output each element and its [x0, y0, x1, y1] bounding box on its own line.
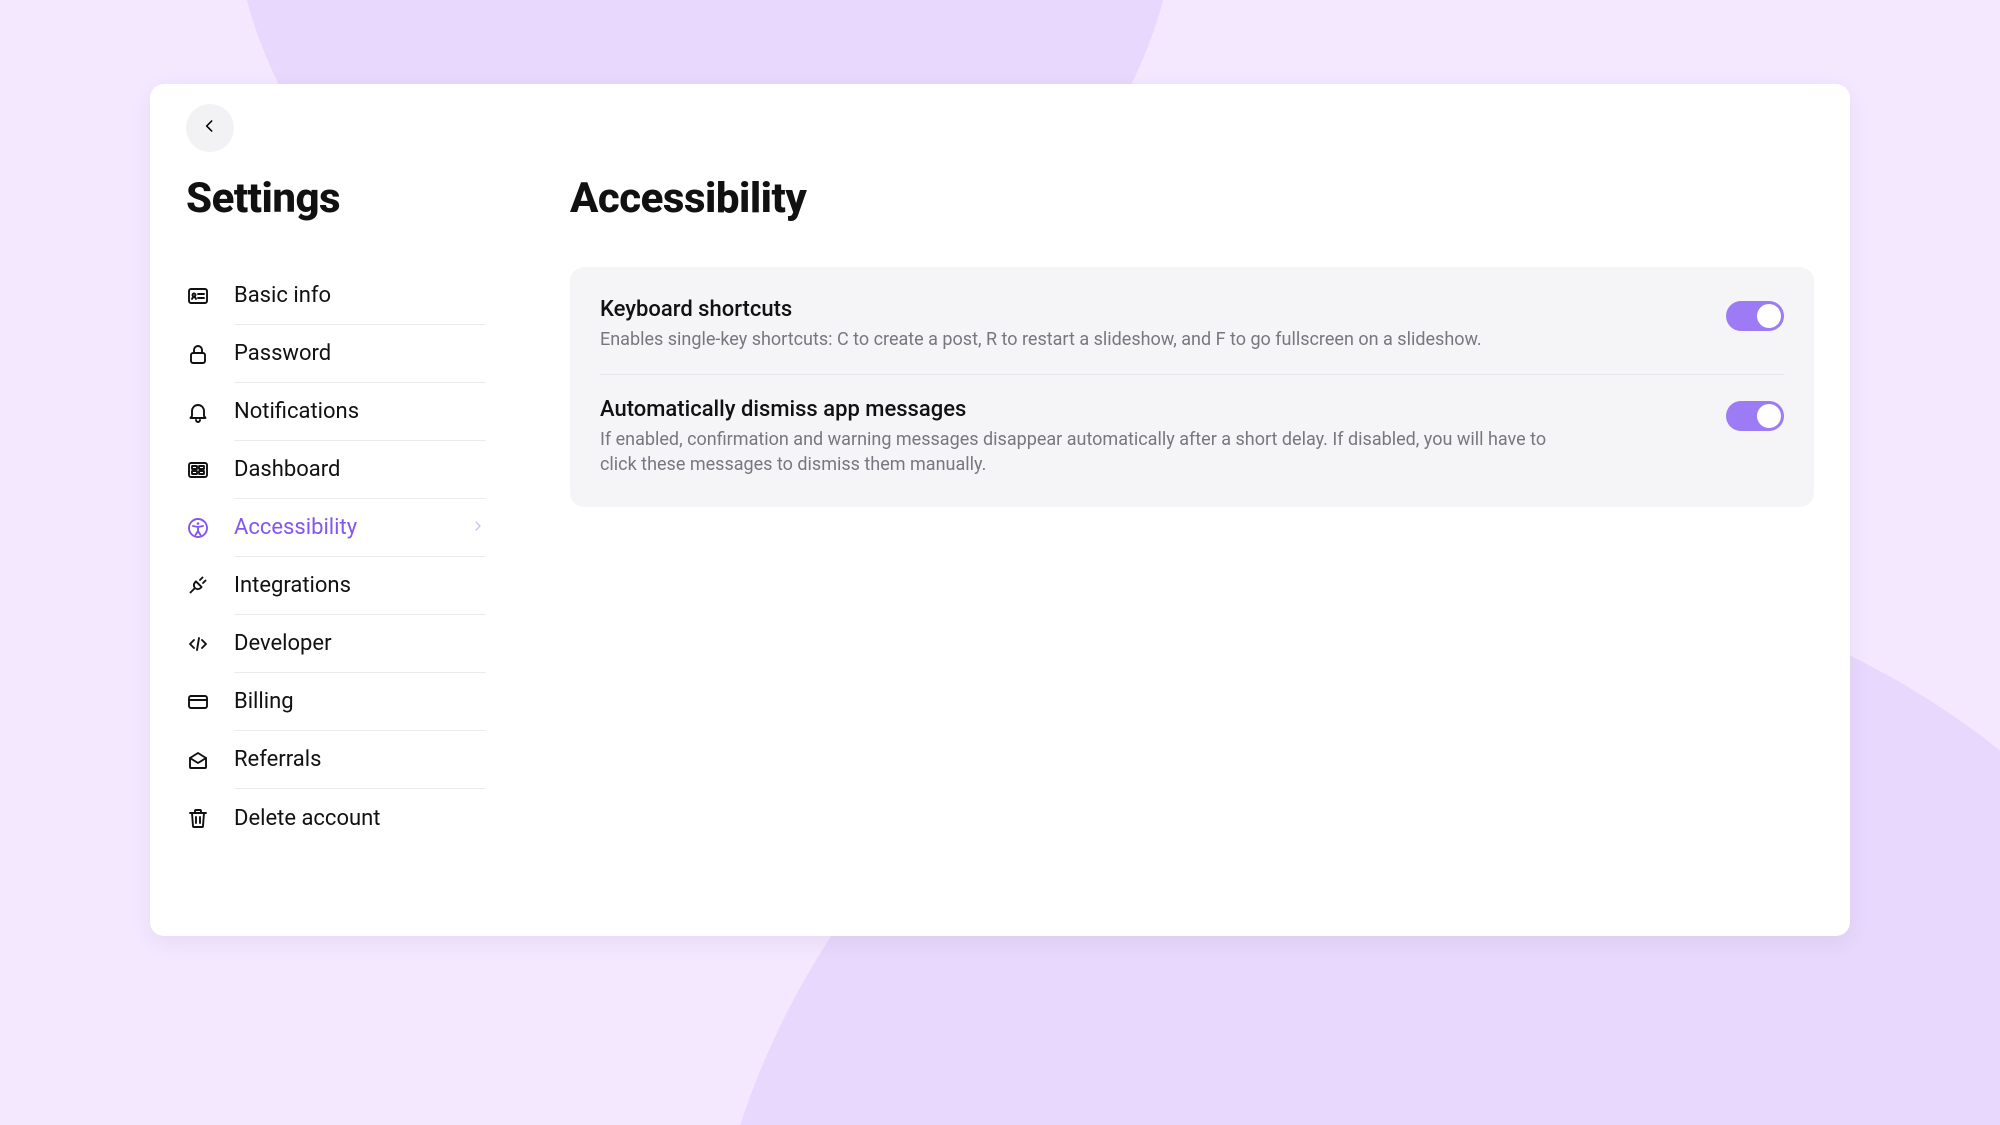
sidebar-item-label-wrap: Referrals: [234, 731, 486, 789]
back-button[interactable]: [186, 104, 234, 152]
sidebar-item-label: Notifications: [234, 399, 359, 424]
toggle-auto-dismiss[interactable]: [1726, 401, 1784, 431]
envelope-open-icon: [186, 748, 210, 772]
sidebar-item-label-wrap: Dashboard: [234, 441, 486, 499]
sidebar-item-referrals[interactable]: Referrals: [186, 731, 486, 789]
sidebar-item-label: Delete account: [234, 806, 380, 831]
sidebar-item-accessibility[interactable]: Accessibility: [186, 499, 486, 557]
toggle-keyboard-shortcuts[interactable]: [1726, 301, 1784, 331]
code-icon: [186, 632, 210, 656]
sidebar: Settings Basic infoPasswordNotifications…: [186, 180, 486, 847]
setting-row-description: If enabled, confirmation and warning mes…: [600, 428, 1580, 477]
setting-row-text: Automatically dismiss app messages If ena…: [600, 397, 1698, 477]
dashboard-icon: [186, 458, 210, 482]
setting-row-title: Keyboard shortcuts: [600, 297, 1698, 322]
chevron-right-icon: [470, 518, 486, 538]
credit-card-icon: [186, 690, 210, 714]
accessibility-icon: [186, 516, 210, 540]
sidebar-item-label-wrap: Accessibility: [234, 499, 486, 557]
lock-icon: [186, 342, 210, 366]
chevron-left-icon: [200, 116, 220, 140]
sidebar-item-integrations[interactable]: Integrations: [186, 557, 486, 615]
page-title: Accessibility: [570, 174, 1814, 223]
sidebar-nav: Basic info Password Notifications Dashboard…: [186, 267, 486, 847]
sidebar-item-label-wrap: Integrations: [234, 557, 486, 615]
sidebar-item-basic-info[interactable]: Basic info: [186, 267, 486, 325]
sidebar-item-label: Accessibility: [234, 515, 357, 540]
sidebar-item-dashboard[interactable]: Dashboard: [186, 441, 486, 499]
sidebar-item-label: Integrations: [234, 573, 351, 598]
setting-row-description: Enables single-key shortcuts: C to creat…: [600, 328, 1580, 352]
sidebar-item-label-wrap: Delete account: [234, 789, 486, 847]
main-content: Accessibility Keyboard shortcutsEnables …: [570, 180, 1814, 847]
sidebar-item-label: Password: [234, 341, 331, 366]
sidebar-item-billing[interactable]: Billing: [186, 673, 486, 731]
sidebar-item-label-wrap: Password: [234, 325, 486, 383]
setting-row-keyboard-shortcuts: Keyboard shortcuts Enables single-key sho…: [600, 275, 1784, 374]
sidebar-item-notifications[interactable]: Notifications: [186, 383, 486, 441]
sidebar-item-delete[interactable]: Delete account: [186, 789, 486, 847]
toggle-knob: [1757, 304, 1781, 328]
sidebar-title: Settings: [186, 174, 486, 223]
sidebar-item-developer[interactable]: Developer: [186, 615, 486, 673]
plug-icon: [186, 574, 210, 598]
setting-row-title: Automatically dismiss app messages: [600, 397, 1698, 422]
sidebar-item-label: Developer: [234, 631, 332, 656]
trash-icon: [186, 806, 210, 830]
sidebar-item-label-wrap: Notifications: [234, 383, 486, 441]
sidebar-item-label-wrap: Basic info: [234, 267, 486, 325]
sidebar-item-label-wrap: Developer: [234, 615, 486, 673]
sidebar-item-password[interactable]: Password: [186, 325, 486, 383]
sidebar-item-label: Billing: [234, 689, 294, 714]
settings-panel: Settings Basic info Password Notifications…: [150, 84, 1850, 936]
sidebar-item-label: Dashboard: [234, 457, 340, 482]
setting-row-text: Keyboard shortcuts Enables single-key sho…: [600, 297, 1698, 352]
id-card-icon: [186, 284, 210, 308]
sidebar-item-label: Basic info: [234, 283, 331, 308]
settings-section: Keyboard shortcuts Enables single-key sho…: [570, 267, 1814, 507]
sidebar-item-label-wrap: Billing: [234, 673, 486, 731]
setting-row-auto-dismiss: Automatically dismiss app messages If ena…: [600, 374, 1784, 499]
toggle-knob: [1757, 404, 1781, 428]
sidebar-item-label: Referrals: [234, 747, 321, 772]
bell-icon: [186, 400, 210, 424]
